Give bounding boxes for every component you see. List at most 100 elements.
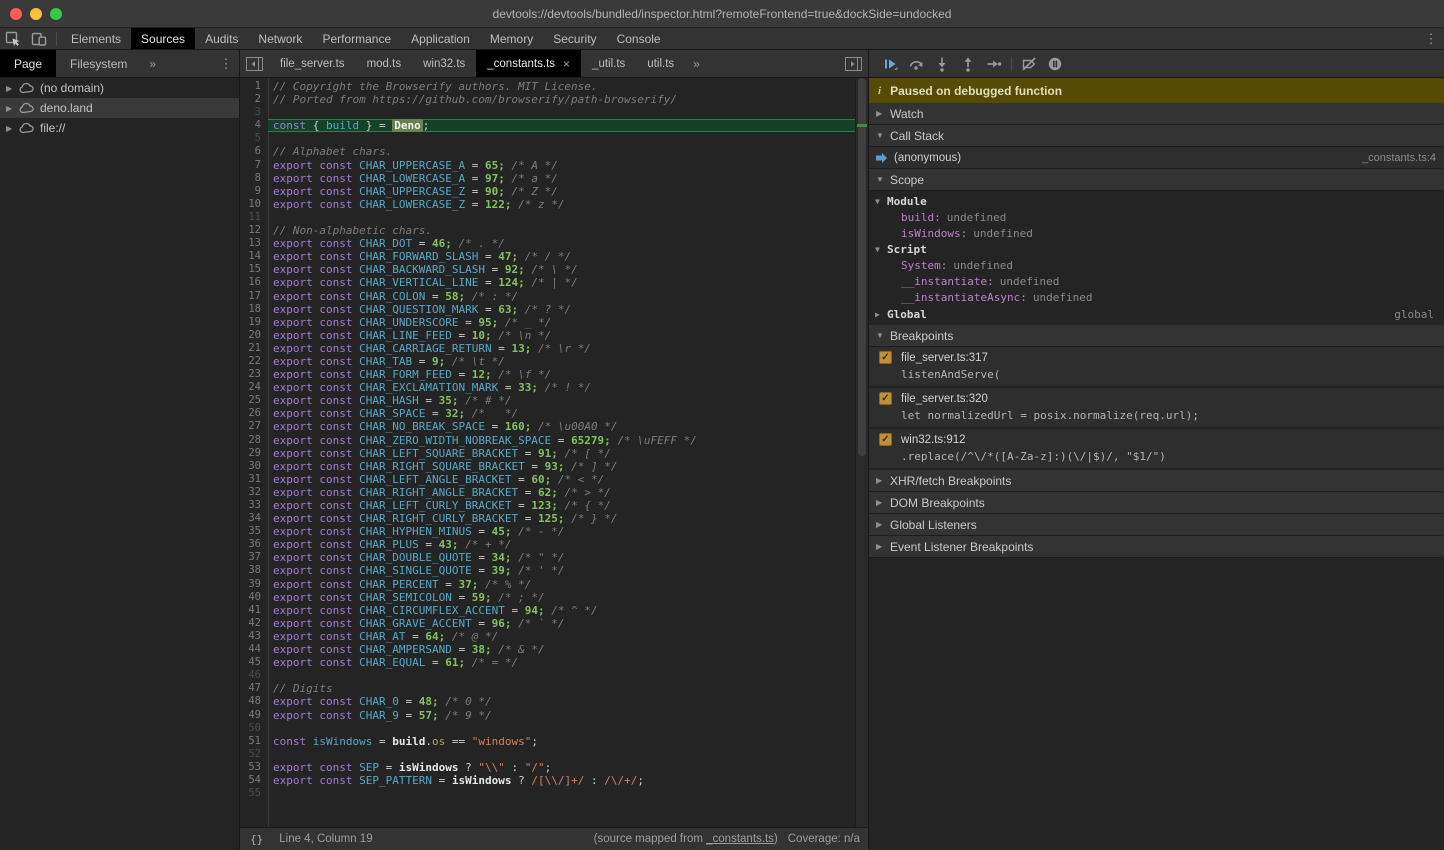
- line-number-gutter[interactable]: 10: [240, 198, 268, 211]
- section-watch[interactable]: ▶ Watch: [869, 103, 1444, 125]
- line-number-gutter[interactable]: 4: [240, 119, 268, 132]
- scope-group-global[interactable]: ▶Globalglobal: [869, 305, 1444, 323]
- section-call-stack[interactable]: ▼ Call Stack: [869, 125, 1444, 147]
- line-number-gutter[interactable]: 2: [240, 93, 268, 106]
- scope-property[interactable]: build:undefined: [869, 209, 1444, 225]
- scope-group-script[interactable]: ▼Script: [869, 241, 1444, 257]
- source-mapped-link[interactable]: _constants.ts: [706, 833, 774, 845]
- line-number-gutter[interactable]: 45: [240, 656, 268, 669]
- zoom-window-button[interactable]: [50, 8, 62, 20]
- breakpoint-location[interactable]: file_server.ts:320: [901, 393, 988, 405]
- line-number-gutter[interactable]: 43: [240, 630, 268, 643]
- breakpoint-checkbox[interactable]: ✓: [879, 433, 892, 446]
- scope-property[interactable]: System:undefined: [869, 257, 1444, 273]
- line-number-gutter[interactable]: 29: [240, 447, 268, 460]
- file-tab-win32-ts[interactable]: win32.ts: [412, 50, 476, 77]
- line-number-gutter[interactable]: 42: [240, 617, 268, 630]
- scope-property[interactable]: __instantiateAsync:undefined: [869, 289, 1444, 305]
- main-menu-icon[interactable]: ⋮: [1418, 28, 1444, 49]
- main-tab-elements[interactable]: Elements: [61, 28, 131, 49]
- close-window-button[interactable]: [10, 8, 22, 20]
- line-number-gutter[interactable]: 21: [240, 342, 268, 355]
- step-out-button[interactable]: [955, 52, 981, 76]
- line-number-gutter[interactable]: 3: [240, 106, 268, 119]
- section-breakpoints[interactable]: ▼ Breakpoints: [869, 325, 1444, 347]
- scope-property[interactable]: isWindows:undefined: [869, 225, 1444, 241]
- line-number-gutter[interactable]: 16: [240, 276, 268, 289]
- line-number-gutter[interactable]: 5: [240, 132, 268, 145]
- step-over-button[interactable]: [903, 52, 929, 76]
- main-tab-memory[interactable]: Memory: [480, 28, 543, 49]
- line-number-gutter[interactable]: 37: [240, 551, 268, 564]
- step-into-button[interactable]: [929, 52, 955, 76]
- file-tab-mod-ts[interactable]: mod.ts: [356, 50, 413, 77]
- line-number-gutter[interactable]: 13: [240, 237, 268, 250]
- step-button[interactable]: [981, 52, 1007, 76]
- line-number-gutter[interactable]: 20: [240, 329, 268, 342]
- deactivate-breakpoints-button[interactable]: [1016, 52, 1042, 76]
- main-tab-sources[interactable]: Sources: [131, 28, 195, 49]
- line-number-gutter[interactable]: 40: [240, 591, 268, 604]
- navigator-tab-page[interactable]: Page: [0, 50, 56, 77]
- line-number-gutter[interactable]: 22: [240, 355, 268, 368]
- navigator-item-no-domain[interactable]: ▶(no domain): [0, 78, 239, 98]
- main-tab-network[interactable]: Network: [248, 28, 312, 49]
- line-number-gutter[interactable]: 15: [240, 263, 268, 276]
- line-number-gutter[interactable]: 7: [240, 159, 268, 172]
- line-number-gutter[interactable]: 18: [240, 303, 268, 316]
- line-number-gutter[interactable]: 54: [240, 774, 268, 787]
- line-number-gutter[interactable]: 23: [240, 368, 268, 381]
- navigator-tab-filesystem[interactable]: Filesystem: [56, 50, 141, 77]
- minimize-window-button[interactable]: [30, 8, 42, 20]
- main-tab-console[interactable]: Console: [607, 28, 671, 49]
- navigator-item-file[interactable]: ▶file://: [0, 118, 239, 138]
- line-number-gutter[interactable]: 1: [240, 80, 268, 93]
- line-number-gutter[interactable]: 17: [240, 290, 268, 303]
- frame-location[interactable]: _constants.ts:4: [1362, 152, 1436, 164]
- line-number-gutter[interactable]: 28: [240, 434, 268, 447]
- breakpoint-checkbox[interactable]: ✓: [879, 351, 892, 364]
- line-number-gutter[interactable]: 36: [240, 538, 268, 551]
- line-number-gutter[interactable]: 47: [240, 682, 268, 695]
- section-xhr-fetch-breakpoints[interactable]: ▶XHR/fetch Breakpoints: [869, 470, 1444, 492]
- device-toolbar-icon[interactable]: [26, 28, 52, 49]
- main-tab-audits[interactable]: Audits: [195, 28, 248, 49]
- hide-navigator-icon[interactable]: [246, 57, 263, 71]
- line-number-gutter[interactable]: 33: [240, 499, 268, 512]
- inspect-element-icon[interactable]: [0, 28, 26, 49]
- close-tab-icon[interactable]: ×: [563, 57, 570, 71]
- line-number-gutter[interactable]: 41: [240, 604, 268, 617]
- line-number-gutter[interactable]: 14: [240, 250, 268, 263]
- show-debugger-icon[interactable]: [845, 57, 862, 71]
- file-tab-util-ts[interactable]: util.ts: [636, 50, 685, 77]
- line-number-gutter[interactable]: 46: [240, 669, 268, 682]
- line-number-gutter[interactable]: 39: [240, 578, 268, 591]
- scope-property[interactable]: __instantiate:undefined: [869, 273, 1444, 289]
- resume-button[interactable]: [877, 52, 903, 76]
- line-number-gutter[interactable]: 11: [240, 211, 268, 224]
- file-tab-file-server-ts[interactable]: file_server.ts: [269, 50, 356, 77]
- line-number-gutter[interactable]: 55: [240, 787, 268, 800]
- file-tab-constants-ts[interactable]: _constants.ts×: [476, 50, 581, 77]
- line-number-gutter[interactable]: 25: [240, 394, 268, 407]
- line-number-gutter[interactable]: 48: [240, 695, 268, 708]
- line-number-gutter[interactable]: 31: [240, 473, 268, 486]
- breakpoint-checkbox[interactable]: ✓: [879, 392, 892, 405]
- line-number-gutter[interactable]: 35: [240, 525, 268, 538]
- line-number-gutter[interactable]: 53: [240, 761, 268, 774]
- line-number-gutter[interactable]: 26: [240, 407, 268, 420]
- scrollbar-thumb[interactable]: [858, 78, 866, 456]
- line-number-gutter[interactable]: 12: [240, 224, 268, 237]
- line-number-gutter[interactable]: 19: [240, 316, 268, 329]
- line-number-gutter[interactable]: 6: [240, 145, 268, 158]
- line-number-gutter[interactable]: 9: [240, 185, 268, 198]
- main-tab-security[interactable]: Security: [543, 28, 606, 49]
- section-global-listeners[interactable]: ▶Global Listeners: [869, 514, 1444, 536]
- line-number-gutter[interactable]: 51: [240, 735, 268, 748]
- line-number-gutter[interactable]: 38: [240, 564, 268, 577]
- line-number-gutter[interactable]: 49: [240, 709, 268, 722]
- line-number-gutter[interactable]: 32: [240, 486, 268, 499]
- line-number-gutter[interactable]: 24: [240, 381, 268, 394]
- line-number-gutter[interactable]: 34: [240, 512, 268, 525]
- file-tab-overflow-icon[interactable]: »: [685, 50, 708, 77]
